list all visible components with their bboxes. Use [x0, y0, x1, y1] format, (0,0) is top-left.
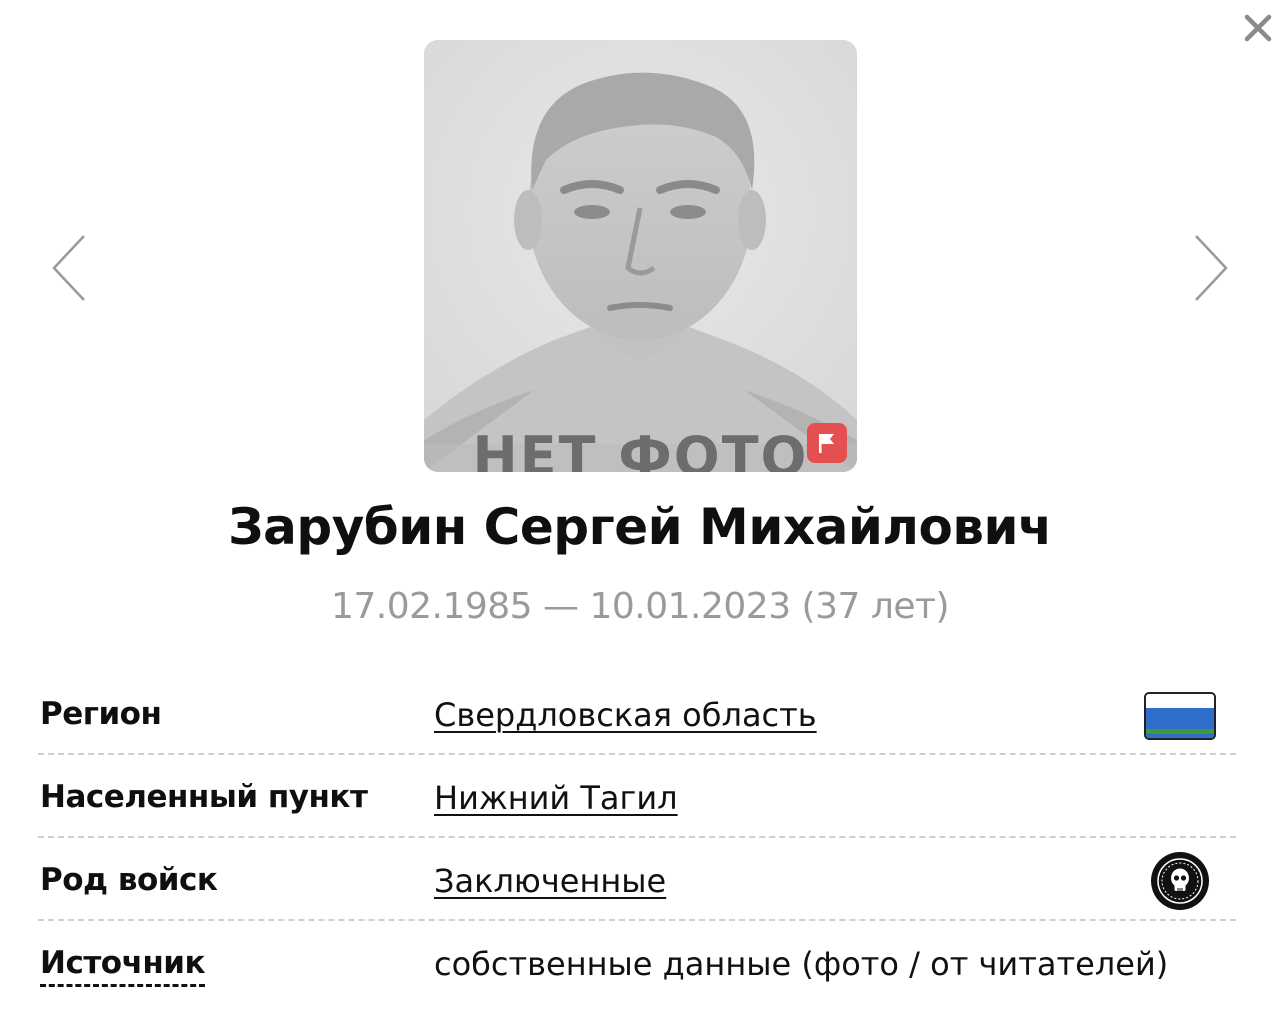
next-button[interactable]	[1188, 228, 1236, 308]
region-label: Регион	[40, 696, 162, 732]
info-row-source: Источник собственные данные (фото / от ч…	[38, 921, 1236, 1004]
info-row-settlement: Населенный пункт Нижний Тагил	[38, 755, 1236, 838]
close-icon	[1244, 14, 1272, 42]
info-row-troops: Род войск Заключенные	[38, 838, 1236, 921]
source-value: собственные данные (фото / от читателей)	[434, 945, 1169, 983]
close-button[interactable]	[1238, 8, 1278, 48]
chevron-left-icon	[52, 235, 85, 301]
info-table: Регион Свердловская область Населенный п…	[38, 672, 1236, 1004]
skull-emblem-icon	[1151, 852, 1209, 910]
settlement-link[interactable]: Нижний Тагил	[434, 779, 678, 817]
no-photo-label: НЕТ ФОТО	[472, 425, 809, 472]
previous-button[interactable]	[44, 228, 92, 308]
person-card: НЕТ ФОТО Зарубин Сергей Михайлович 17.02…	[0, 0, 1280, 1010]
flag-icon	[819, 434, 834, 453]
life-dates: 17.02.1985 — 10.01.2023 (37 лет)	[330, 586, 950, 627]
chevron-right-icon	[1195, 235, 1228, 301]
source-label[interactable]: Источник	[40, 945, 206, 987]
region-link[interactable]: Свердловская область	[434, 696, 817, 734]
troops-label: Род войск	[40, 862, 218, 898]
person-name: Зарубин Сергей Михайлович	[228, 498, 1052, 556]
settlement-label: Населенный пункт	[40, 779, 368, 815]
troops-link[interactable]: Заключенные	[434, 862, 666, 900]
person-photo: НЕТ ФОТО	[424, 40, 857, 472]
region-flag-icon	[1144, 692, 1216, 740]
portrait-placeholder-image	[424, 40, 857, 472]
report-flag-button[interactable]	[807, 423, 847, 463]
info-row-region: Регион Свердловская область	[38, 672, 1236, 755]
